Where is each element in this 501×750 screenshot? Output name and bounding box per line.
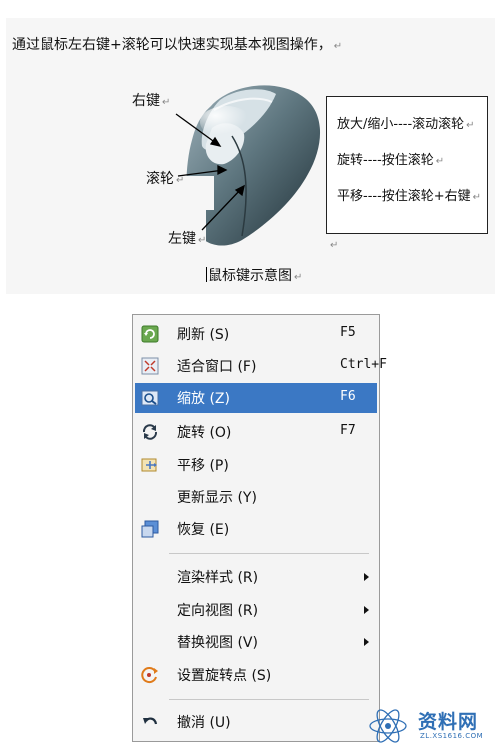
text-cursor (206, 267, 207, 282)
fit-window-icon (141, 357, 159, 375)
menu-item-refresh[interactable]: 刷新 (S) F5 (135, 319, 377, 349)
right-button-label: 右键 ↵ (132, 93, 171, 109)
watermark-text: 资料网 (418, 711, 479, 733)
document-figure: 通过鼠标左右键+滚轮可以快速实现基本视图操作， ↵ 右键 ↵ 滚轮 ↵ 左键 ↵… (6, 18, 495, 294)
watermark-url: ZL.XS1616.COM (420, 732, 484, 740)
submenu-arrow-icon (364, 606, 369, 614)
operation-rotate: 旋转----按住滚轮 ↵ (337, 153, 445, 168)
undo-icon (143, 717, 158, 725)
zoom-icon (141, 390, 159, 406)
submenu-arrow-icon (364, 573, 369, 581)
figure-caption: 鼠标键示意图 ↵ (206, 267, 303, 284)
refresh-icon (141, 325, 159, 343)
operation-pan: 平移----按住滚轮+右键 ↵ (337, 189, 482, 204)
context-menu: 刷新 (S) F5 适合窗口 (F) Ctrl+F 缩放 (Z) F6 旋转 (… (132, 314, 387, 742)
menu-item-set-rotation-point[interactable]: 设置旋转点 (S) (135, 660, 377, 690)
menu-item-update-display[interactable]: 更新显示 (Y) (135, 482, 377, 512)
operation-zoom: 放大/缩小----滚动滚轮 ↵ (337, 117, 475, 132)
submenu-arrow-icon (364, 638, 369, 646)
pan-icon (141, 458, 157, 472)
rotate-icon (142, 424, 158, 440)
menu-item-fit-window[interactable]: 适合窗口 (F) Ctrl+F (135, 351, 387, 381)
mouse-image (184, 85, 321, 246)
menu-item-pan[interactable]: 平移 (P) (135, 450, 377, 480)
menu-item-rotate[interactable]: 旋转 (O) F7 (135, 417, 377, 447)
restore-icon (141, 520, 159, 538)
menu-item-orient-view[interactable]: 定向视图 (R) (135, 595, 377, 625)
operations-box: 放大/缩小----滚动滚轮 ↵ 旋转----按住滚轮 ↵ 平移----按住滚轮+右键… (326, 96, 488, 234)
left-button-label: 左键 ↵ (168, 231, 207, 247)
menu-separator (169, 553, 369, 554)
paragraph-mark: ↵ (330, 240, 339, 251)
rotation-point-icon (141, 667, 158, 684)
menu-separator (169, 699, 369, 700)
menu-item-restore[interactable]: 恢复 (E) (135, 514, 377, 544)
menu-item-undo[interactable]: 撤消 (U) (135, 707, 377, 737)
menu-item-render-style[interactable]: 渲染样式 (R) (135, 562, 377, 592)
menu-item-replace-view[interactable]: 替换视图 (V) (135, 627, 377, 657)
menu-item-zoom[interactable]: 缩放 (Z) F6 (135, 383, 377, 413)
wheel-label: 滚轮 ↵ (146, 171, 185, 187)
